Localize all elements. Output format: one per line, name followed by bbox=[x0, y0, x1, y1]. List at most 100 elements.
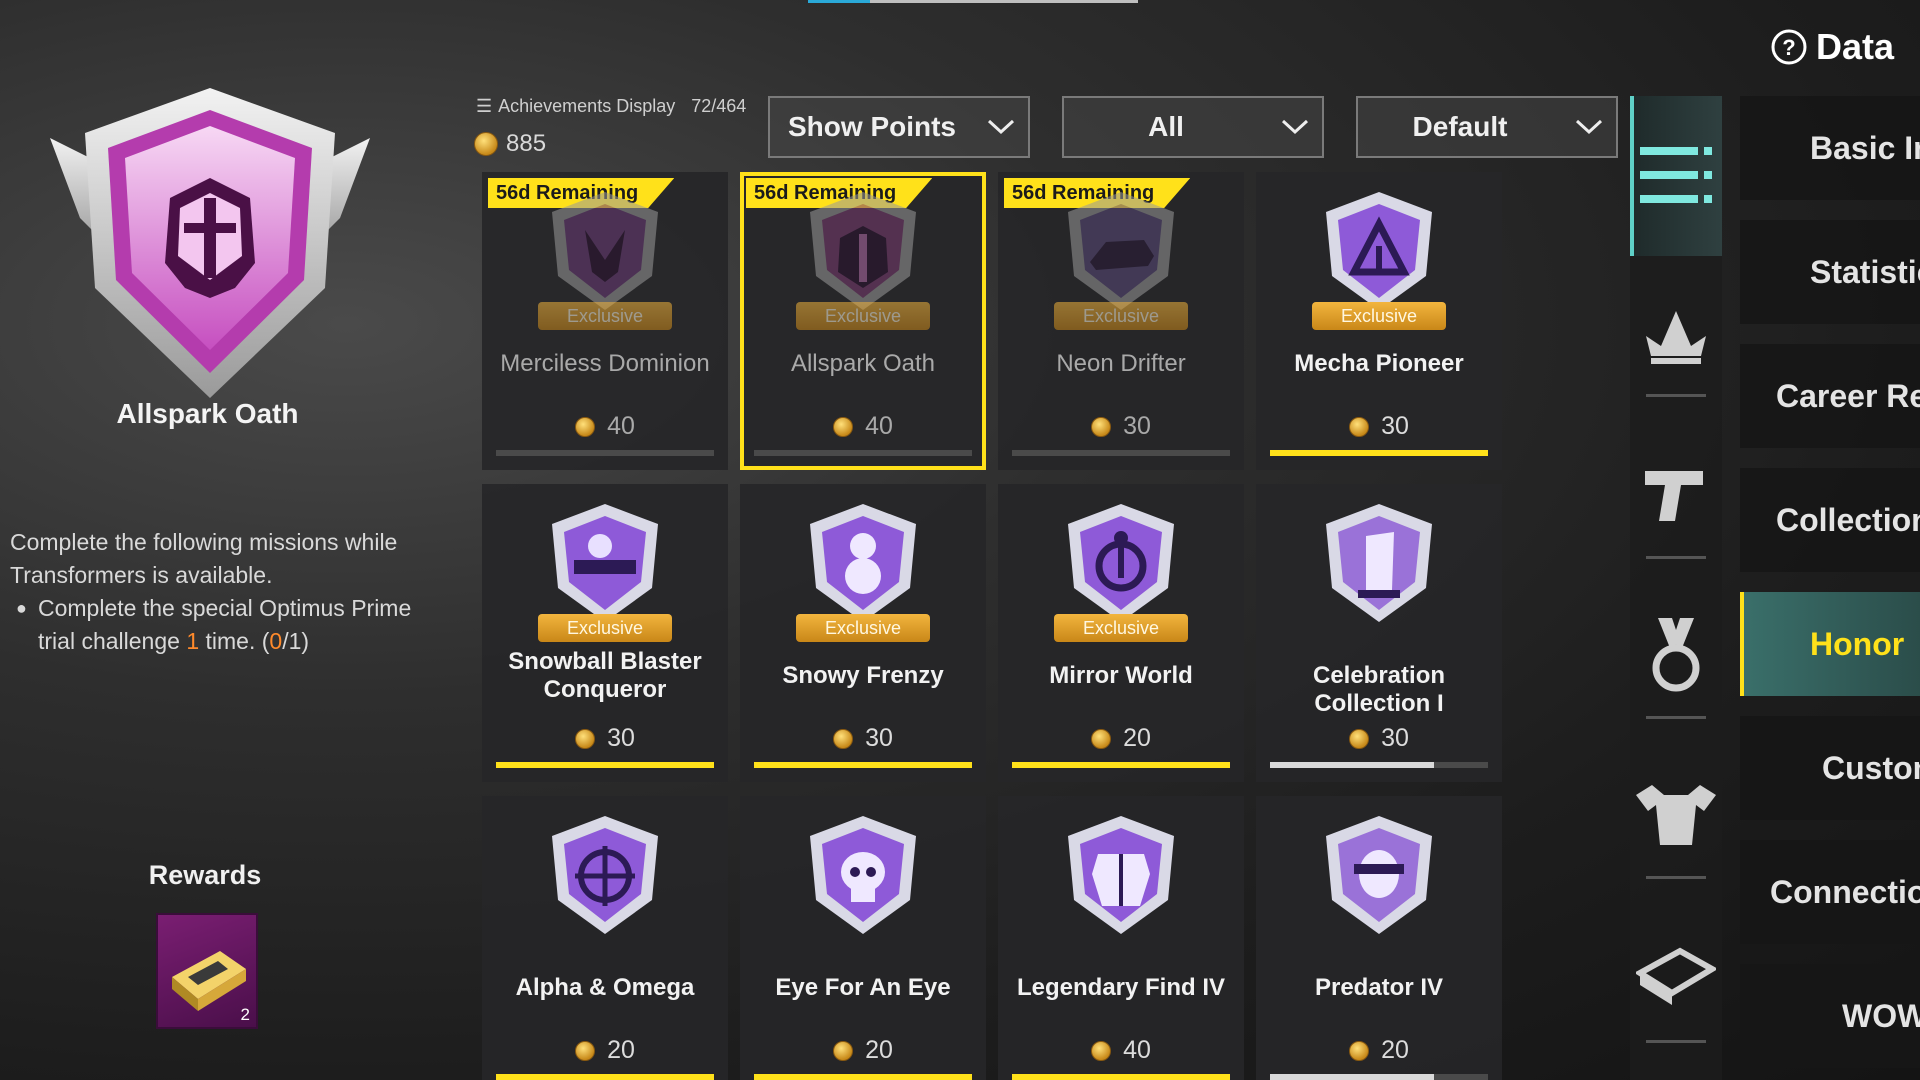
dropdown-label: All bbox=[1148, 111, 1184, 142]
profile-tabs: Basic Info Statistics Career Results Col… bbox=[1740, 96, 1920, 1080]
achievement-points: 20 bbox=[482, 1036, 728, 1065]
achievement-points: 40 bbox=[998, 1036, 1244, 1065]
category-strength[interactable] bbox=[1630, 756, 1722, 876]
achievement-points: 20 bbox=[998, 724, 1244, 753]
exclusive-tag: Exclusive bbox=[796, 302, 930, 330]
tab-statistics[interactable]: Statistics bbox=[1740, 220, 1920, 324]
achievement-points: 40 bbox=[482, 412, 728, 441]
tab-basic-info[interactable]: Basic Info bbox=[1740, 96, 1920, 200]
points-coin-icon bbox=[1091, 1040, 1112, 1061]
points-value: 30 bbox=[1381, 724, 1409, 752]
car-badge-icon bbox=[1068, 192, 1174, 310]
points-value: 30 bbox=[1123, 412, 1151, 440]
chevron-down-icon bbox=[974, 98, 1028, 156]
category-weapon[interactable] bbox=[1630, 436, 1722, 556]
points-coin-icon bbox=[575, 728, 596, 749]
points-value: 20 bbox=[1381, 1036, 1409, 1064]
points-value: 40 bbox=[865, 412, 893, 440]
mission-text: /1) bbox=[282, 628, 310, 654]
achievements-display: ☰ Achievements Display 72/464 bbox=[476, 96, 746, 117]
progress-fill bbox=[1270, 762, 1434, 768]
achievement-card[interactable]: Eye For An Eye 20 bbox=[740, 796, 986, 1080]
points-coin-icon bbox=[1349, 1040, 1370, 1061]
tab-customize[interactable]: Customize bbox=[1740, 716, 1920, 820]
achievement-name: Allspark Oath bbox=[790, 350, 936, 377]
tab-wow[interactable]: WOW bbox=[1740, 964, 1920, 1068]
rail-divider bbox=[1646, 1040, 1706, 1043]
points-value: 30 bbox=[1381, 412, 1409, 440]
vehicle-crate-icon bbox=[1636, 947, 1716, 1005]
achievement-name: Eye For An Eye bbox=[775, 974, 951, 1001]
points-coin-icon bbox=[575, 416, 596, 437]
achievement-card[interactable]: Exclusive Snowy Frenzy 30 bbox=[740, 484, 986, 782]
dropdown-label: Default bbox=[1412, 111, 1508, 142]
points-value: 885 bbox=[506, 130, 547, 157]
rail-divider bbox=[1646, 556, 1706, 559]
progress-bar bbox=[1270, 450, 1488, 456]
exclusive-tag: Exclusive bbox=[796, 614, 930, 642]
achievement-card[interactable]: 56d Remaining Exclusive Neon Drifter 30 bbox=[998, 172, 1244, 470]
category-crown[interactable] bbox=[1630, 276, 1722, 396]
achievement-card[interactable]: Celebration Collection I 30 bbox=[1256, 484, 1502, 782]
show-points-dropdown[interactable]: Show Points bbox=[768, 96, 1030, 158]
progress-bar bbox=[1012, 762, 1230, 768]
points-coin-icon bbox=[1091, 416, 1112, 437]
filter-dropdown[interactable]: All bbox=[1062, 96, 1324, 158]
progress-bar bbox=[754, 762, 972, 768]
points-coin-icon bbox=[833, 1040, 854, 1061]
points-coin-icon bbox=[474, 132, 498, 156]
achievement-name: Celebration Collection I bbox=[1312, 662, 1446, 717]
achievement-card[interactable]: Exclusive Snowball Blaster Conqueror 30 bbox=[482, 484, 728, 782]
category-all[interactable] bbox=[1630, 96, 1722, 256]
tab-honor[interactable]: Honor bbox=[1740, 592, 1920, 696]
points-value: 20 bbox=[1123, 724, 1151, 752]
achievement-name: Mecha Pioneer bbox=[1294, 350, 1464, 377]
exclusive-tag: Exclusive bbox=[1054, 302, 1188, 330]
predator-face-badge-icon bbox=[1326, 816, 1432, 934]
achievement-card[interactable]: 56d Remaining Exclusive Allspark Oath 40 bbox=[740, 172, 986, 470]
achievement-name: Snowball Blaster Conqueror bbox=[508, 648, 702, 703]
mission-text: trial challenge bbox=[38, 628, 187, 654]
armor-badge-icon bbox=[1068, 816, 1174, 934]
mission-text: Complete the special Optimus Prime bbox=[38, 595, 412, 621]
achievement-card[interactable]: Alpha & Omega 20 bbox=[482, 796, 728, 1080]
achievement-name: Legendary Find IV bbox=[1016, 974, 1226, 1001]
chevron-down-icon bbox=[1562, 98, 1616, 156]
tab-career-results[interactable]: Career Results bbox=[1740, 344, 1920, 448]
points-value: 40 bbox=[607, 412, 635, 440]
help-circle-icon: ? bbox=[1771, 29, 1807, 65]
points-coin-icon bbox=[833, 728, 854, 749]
category-vehicle[interactable] bbox=[1630, 916, 1722, 1036]
achievement-grid: 56d Remaining Exclusive Merciless Domini… bbox=[482, 172, 1502, 1080]
rail-divider bbox=[1646, 716, 1706, 719]
rewards-title: Rewards bbox=[148, 860, 262, 890]
svg-text:?: ? bbox=[1782, 35, 1795, 60]
achievement-card[interactable]: Legendary Find IV 40 bbox=[998, 796, 1244, 1080]
category-medal[interactable] bbox=[1630, 596, 1722, 716]
bullet-dot-icon: ● bbox=[16, 598, 27, 618]
reward-item[interactable]: 2 bbox=[156, 913, 258, 1029]
description-line: Complete the following missions while bbox=[10, 529, 398, 555]
tab-collections[interactable]: Collections bbox=[1740, 468, 1920, 572]
achievement-card[interactable]: Predator IV 20 bbox=[1256, 796, 1502, 1080]
tab-connections[interactable]: Connections bbox=[1740, 840, 1920, 944]
progress-fill bbox=[1012, 1074, 1230, 1080]
achievement-points: 30 bbox=[482, 724, 728, 753]
progress-bar bbox=[754, 1074, 972, 1080]
points-value: 20 bbox=[865, 1036, 893, 1064]
achievement-card[interactable]: Exclusive Mecha Pioneer 30 bbox=[1256, 172, 1502, 470]
sort-dropdown[interactable]: Default bbox=[1356, 96, 1618, 158]
progress-bar bbox=[1270, 762, 1488, 768]
achievement-points: 20 bbox=[740, 1036, 986, 1065]
points-coin-icon bbox=[1091, 728, 1112, 749]
mirror-gear-badge-icon bbox=[1068, 504, 1174, 622]
achievement-card[interactable]: Exclusive Mirror World 20 bbox=[998, 484, 1244, 782]
progress-bar bbox=[1012, 450, 1230, 456]
mission-text: time. ( bbox=[199, 628, 270, 654]
data-help-button[interactable]: ? Data bbox=[1770, 26, 1894, 68]
progress-bar bbox=[1012, 1074, 1230, 1080]
list-menu-icon bbox=[1640, 147, 1712, 203]
achievement-card[interactable]: 56d Remaining Exclusive Merciless Domini… bbox=[482, 172, 728, 470]
achievement-points: 30 bbox=[1256, 724, 1502, 753]
points-coin-icon bbox=[575, 1040, 596, 1061]
